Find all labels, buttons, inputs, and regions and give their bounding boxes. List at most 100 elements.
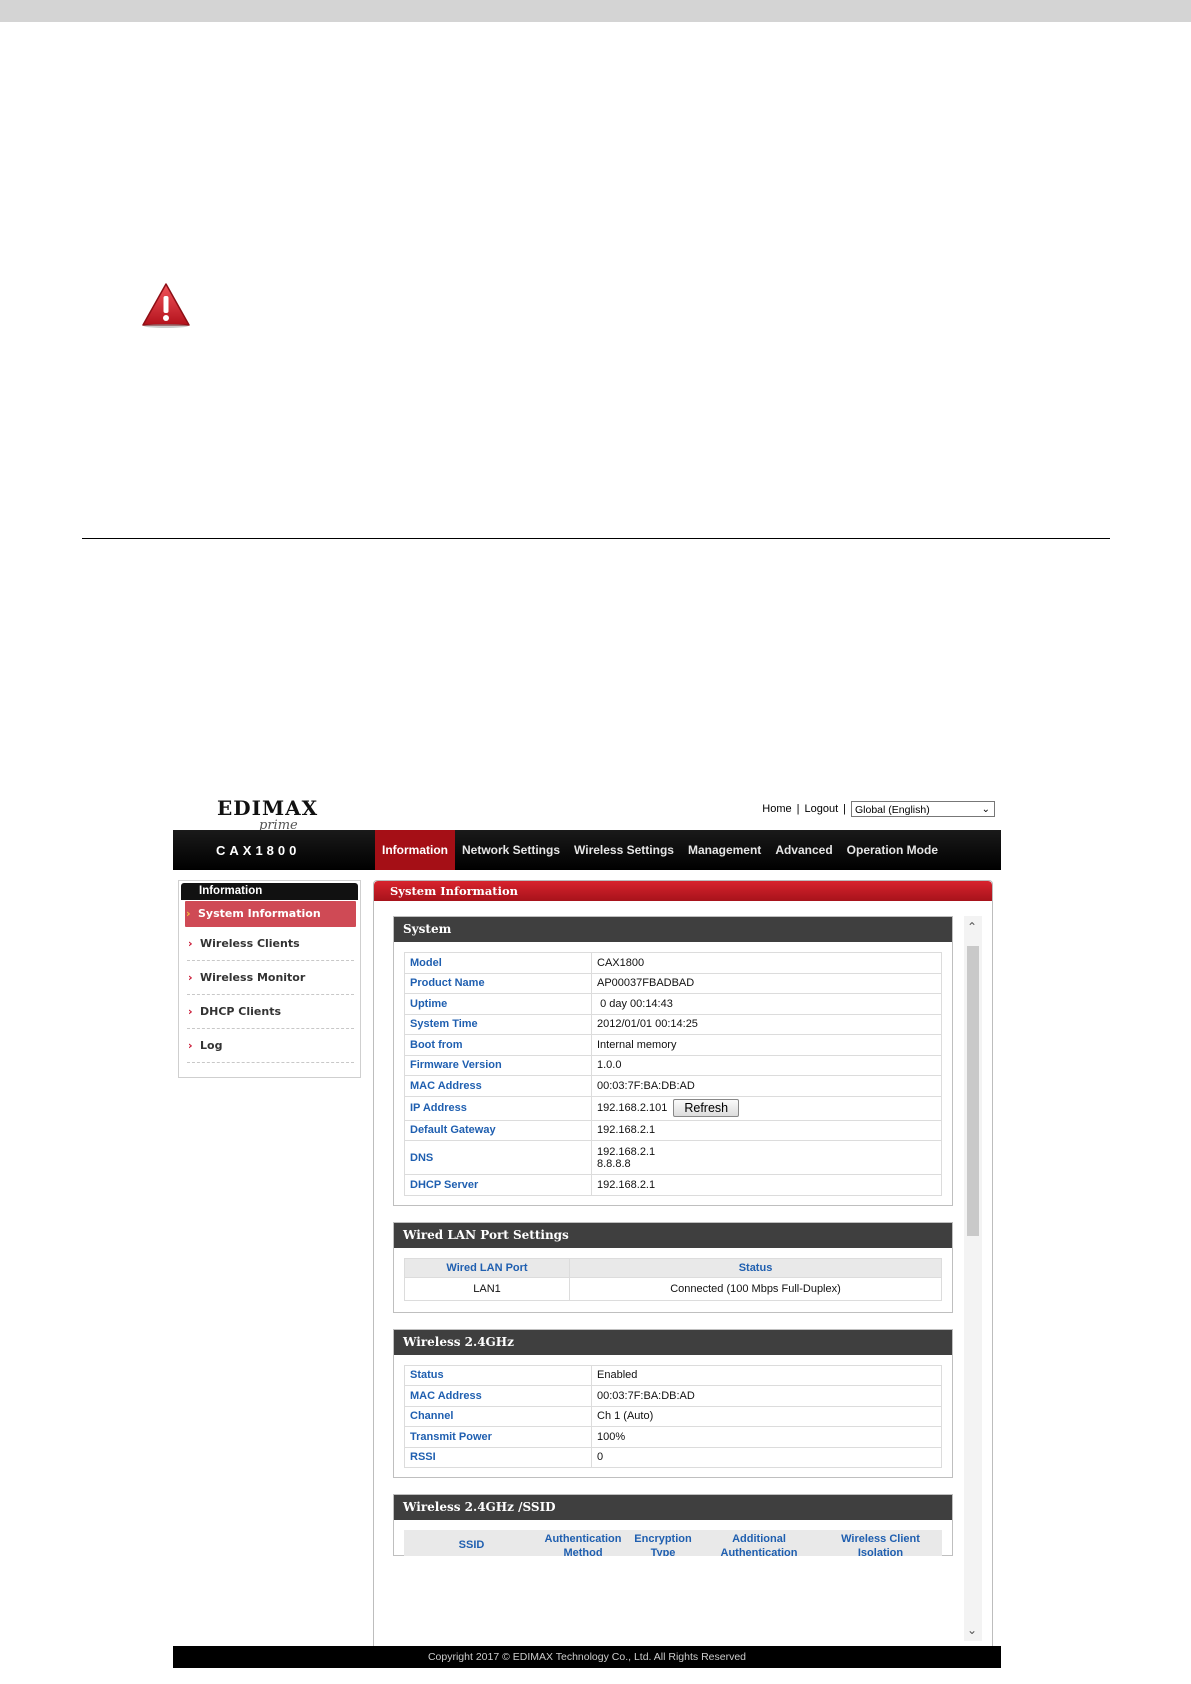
row-key: IP Address: [404, 1095, 592, 1121]
column-header: Wired LAN Port: [404, 1257, 570, 1278]
language-value: Global (English): [855, 804, 930, 816]
scrollbar-thumb[interactable]: [967, 946, 979, 1236]
row-value: 192.168.2.1: [591, 1119, 942, 1141]
chevron-right-icon: ›: [188, 1005, 193, 1018]
section-title: Wireless 2.4GHz: [394, 1329, 952, 1355]
sidebar: Information › System Information › Wirel…: [178, 880, 361, 1078]
language-select[interactable]: Global (English) ⌄: [851, 801, 995, 817]
column-header: Encryption Type: [634, 1533, 692, 1556]
sidebar-title: Information: [181, 883, 358, 900]
row-value: Internal memory: [591, 1034, 942, 1056]
row-value: 100%: [591, 1426, 942, 1448]
tab-advanced[interactable]: Advanced: [768, 830, 839, 870]
row-value: Enabled: [591, 1364, 942, 1386]
row-key: Boot from: [404, 1034, 592, 1056]
panel-title: System Information: [374, 881, 992, 901]
system-table: Model CAX1800 Product Name AP00037FBADBAD …: [404, 952, 942, 1196]
tab-network-settings[interactable]: Network Settings: [455, 830, 567, 870]
column-header: Additional Authentication: [720, 1533, 798, 1556]
row-key: Firmware Version: [404, 1054, 592, 1076]
system-section: System Model CAX1800 Product Name AP00037F…: [393, 916, 953, 1206]
section-title: Wired LAN Port Settings: [394, 1222, 952, 1248]
sidebar-item-system-information[interactable]: › System Information: [185, 901, 356, 927]
chevron-down-icon: ⌄: [981, 804, 990, 815]
table-row: LAN1 Connected (100 Mbps Full-Duplex): [404, 1276, 942, 1301]
sidebar-item-label: Log: [200, 1039, 223, 1052]
ssid-table-header: SSID Authentication Method Encryption Ty…: [404, 1530, 942, 1556]
table-row: DNS 192.168.2.1 8.8.8.8: [404, 1140, 942, 1175]
column-header: SSID: [458, 1539, 485, 1551]
scroll-area[interactable]: System Model CAX1800 Product Name AP00037F…: [393, 916, 953, 1641]
row-key: DNS: [404, 1140, 592, 1175]
column-header: Wireless Client Isolation: [841, 1533, 920, 1556]
table-row: Product Name AP00037FBADBAD: [404, 972, 942, 994]
row-key: MAC Address: [404, 1385, 592, 1407]
refresh-button[interactable]: Refresh: [673, 1099, 740, 1117]
logout-link[interactable]: Logout: [804, 803, 838, 815]
tab-information[interactable]: Information: [375, 830, 455, 870]
chevron-up-icon[interactable]: ⌃: [967, 920, 977, 934]
uptime-value: 0 day 00:14:43: [600, 997, 673, 1010]
chevron-right-icon: ›: [188, 971, 193, 984]
link-separator: |: [843, 803, 846, 815]
row-value: 00:03:7F:BA:DB:AD: [591, 1075, 942, 1097]
warning-icon: [142, 283, 190, 328]
tab-operation-mode[interactable]: Operation Mode: [840, 830, 945, 870]
chevron-right-icon: ›: [188, 1039, 193, 1052]
row-value: 192.168.2.101 Refresh: [591, 1095, 942, 1121]
home-link[interactable]: Home: [762, 803, 791, 815]
edimax-logo: EDIMAX prime: [217, 796, 319, 833]
nav-tabs: Information Network Settings Wireless Se…: [375, 830, 945, 870]
table-row: Boot from Internal memory: [404, 1034, 942, 1056]
row-value: 1.0.0: [591, 1054, 942, 1076]
table-row: RSSI 0: [404, 1446, 942, 1468]
row-key: Channel: [404, 1405, 592, 1427]
wireless-24-section: Wireless 2.4GHz Status Enabled MAC Addres…: [393, 1328, 953, 1478]
table-cell: Connected (100 Mbps Full-Duplex): [569, 1276, 942, 1301]
sidebar-item-dhcp-clients[interactable]: › DHCP Clients: [187, 995, 354, 1029]
row-value: 192.168.2.1 8.8.8.8: [591, 1140, 942, 1175]
table-row: Default Gateway 192.168.2.1: [404, 1119, 942, 1141]
logo-text: EDIMAX: [217, 796, 319, 820]
table-row: MAC Address 00:03:7F:BA:DB:AD: [404, 1075, 942, 1097]
chevron-right-icon: ›: [188, 937, 193, 950]
row-key: MAC Address: [404, 1075, 592, 1097]
row-value: CAX1800: [591, 952, 942, 974]
row-key: RSSI: [404, 1446, 592, 1468]
sidebar-item-label: DHCP Clients: [200, 1005, 282, 1018]
router-admin-screenshot: EDIMAX prime Home | Logout | Global (Eng…: [173, 790, 1001, 1668]
wireless-24-table: Status Enabled MAC Address 00:03:7F:BA:DB:…: [404, 1364, 942, 1469]
sidebar-item-wireless-monitor[interactable]: › Wireless Monitor: [187, 961, 354, 995]
sidebar-item-label: Wireless Monitor: [200, 971, 306, 984]
wired-lan-section: Wired LAN Port Settings Wired LAN Port S…: [393, 1221, 953, 1313]
table-row: IP Address 192.168.2.101 Refresh: [404, 1095, 942, 1121]
table-row: MAC Address 00:03:7F:BA:DB:AD: [404, 1385, 942, 1407]
section-title: System: [394, 917, 952, 942]
row-value: 0: [591, 1446, 942, 1468]
section-title: Wireless 2.4GHz /SSID: [394, 1495, 952, 1520]
column-header: Authentication Method: [544, 1533, 622, 1556]
row-value: AP00037FBADBAD: [591, 972, 942, 994]
vertical-scrollbar[interactable]: ⌃ ⌄: [964, 916, 982, 1641]
table-header-row: Wired LAN Port Status: [404, 1257, 942, 1278]
chevron-down-icon[interactable]: ⌄: [967, 1623, 977, 1637]
table-row: System Time 2012/01/01 00:14:25: [404, 1013, 942, 1035]
row-value: 0 day 00:14:43: [591, 993, 942, 1015]
model-name: CAX1800: [216, 843, 301, 858]
column-header: Status: [569, 1257, 942, 1278]
row-key: Product Name: [404, 972, 592, 994]
horizontal-rule: [82, 538, 1110, 539]
row-key: Status: [404, 1364, 592, 1386]
footer: Copyright 2017 © EDIMAX Technology Co., …: [173, 1646, 1001, 1668]
table-cell: LAN1: [404, 1276, 570, 1301]
row-key: Uptime: [404, 993, 592, 1015]
ip-address-value: 192.168.2.101: [597, 1101, 668, 1114]
table-row: Status Enabled: [404, 1364, 942, 1386]
sidebar-item-log[interactable]: › Log: [187, 1029, 354, 1063]
row-key: Model: [404, 952, 592, 974]
dns-secondary: 8.8.8.8: [597, 1157, 631, 1170]
tab-management[interactable]: Management: [681, 830, 768, 870]
tab-wireless-settings[interactable]: Wireless Settings: [567, 830, 681, 870]
dns-primary: 192.168.2.1: [597, 1145, 656, 1158]
sidebar-item-wireless-clients[interactable]: › Wireless Clients: [187, 927, 354, 961]
